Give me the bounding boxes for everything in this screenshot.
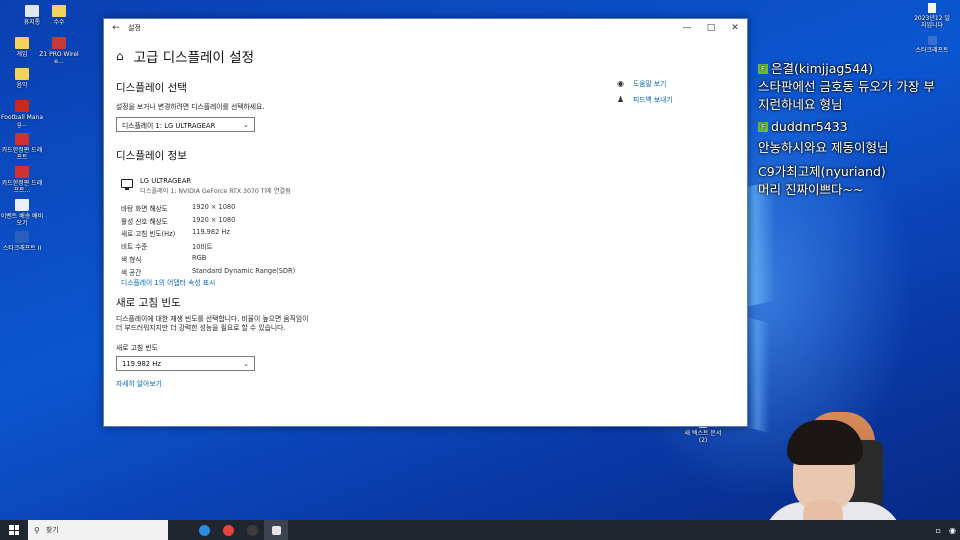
help-chat-icon: ◉ <box>617 78 624 88</box>
info-label: 새로 고침 빈도(Hz) <box>121 230 176 239</box>
refresh-rate-label: 새로 고침 빈도 <box>116 344 158 352</box>
desktop-icon[interactable]: 스타크래프트 II <box>0 231 44 252</box>
shortcut-icon <box>15 231 29 243</box>
taskbar-app-edge[interactable] <box>192 520 216 540</box>
feedback-icon: ♟ <box>617 94 625 104</box>
taskbar-app-settings[interactable] <box>264 520 288 540</box>
display-dropdown[interactable]: 디스플레이 1: LG ULTRAGEAR ⌄ <box>116 117 255 132</box>
info-label: 색 공간 <box>121 268 142 277</box>
info-label: 활성 신호 해상도 <box>121 217 168 226</box>
info-label: 비트 수준 <box>121 243 148 252</box>
desktop-app-icon[interactable]: 스타크래프트 <box>912 36 952 54</box>
chat-user: 은결(kimjjag544) <box>771 61 874 76</box>
shortcut-icon <box>52 5 66 17</box>
taskbar: ⚲ 찾기 ▫ ◉ <box>0 520 960 540</box>
taskbar-app-terminal[interactable] <box>240 520 264 540</box>
terminal-icon <box>246 524 258 536</box>
starcraft-icon <box>927 36 937 45</box>
shortcut-icon <box>52 37 66 49</box>
fan-badge-icon: F <box>758 122 768 132</box>
monitor-name: LG ULTRAGEAR <box>140 177 192 185</box>
info-value: 10비트 <box>192 243 213 252</box>
section-title-refresh: 새로 고침 빈도 <box>116 297 181 309</box>
chevron-down-icon: ⌄ <box>243 120 249 129</box>
home-icon[interactable]: ⌂ <box>116 49 124 63</box>
chat-text: 지런하네요 형님 <box>758 97 843 112</box>
chat-message: Fduddnr5433 <box>758 119 848 134</box>
system-tray: ▫ ◉ <box>936 520 956 540</box>
shortcut-icon <box>15 68 29 80</box>
minimize-icon[interactable]: — <box>675 23 699 33</box>
info-value: 1920 × 1080 <box>192 215 236 224</box>
chat-text: 머리 진짜이쁘다~~ <box>758 182 864 197</box>
refresh-rate-dropdown[interactable]: 119.982 Hz ⌄ <box>116 356 255 371</box>
desktop-file-icon[interactable]: 2023년12 일지입니다 <box>912 3 952 29</box>
title-bar: ← 설정 — □ ✕ <box>104 19 747 37</box>
chat-text: 스타판에선 금호동 듀오가 가장 부 <box>758 79 935 94</box>
streamer-hair <box>787 420 863 465</box>
chat-text: 안농하시와요 제동이형님 <box>758 140 889 155</box>
adapter-properties-link[interactable]: 디스플레이 1의 어댑터 속성 표시 <box>121 277 215 287</box>
chat-user: C9가최고제(nyuriand) <box>758 164 886 179</box>
feedback-link[interactable]: ♟ 피드백 보내기 <box>617 94 673 105</box>
shortcut-icon <box>15 199 29 211</box>
info-value: RGB <box>192 253 207 262</box>
desktop-icon[interactable]: 카드한정판 드래프트 <box>0 133 44 161</box>
window-title: 설정 <box>128 24 141 32</box>
monitor-adapter: 디스플레이 1: NVIDIA GeForce RTX 3070 Ti에 연결됨 <box>140 188 291 195</box>
chat-user: duddnr5433 <box>771 119 848 134</box>
notification-icon[interactable]: ▫ <box>936 526 941 535</box>
desktop-icon[interactable]: Z1 PRO Wirele... <box>37 37 81 65</box>
chat-message: F 은결(kimjjag544) <box>758 58 873 77</box>
settings-window: ← 설정 — □ ✕ ⌂ 고급 디스플레이 설정 디스플레이 선택 설정을 보거… <box>103 18 748 427</box>
search-icon: ⚲ <box>34 525 40 535</box>
chat-app-icon[interactable]: ◉ <box>949 526 956 535</box>
learn-more-link[interactable]: 자세히 알아보기 <box>116 378 162 388</box>
taskbar-search[interactable]: ⚲ 찾기 <box>28 520 168 540</box>
settings-icon <box>271 525 281 535</box>
info-value: 119.982 Hz <box>192 228 230 237</box>
chevron-down-icon: ⌄ <box>243 359 249 368</box>
shortcut-icon <box>15 133 29 145</box>
maximize-icon[interactable]: □ <box>699 23 723 33</box>
refresh-description-line2: 더 부드러워지지만 더 강력한 성능을 필요로 할 수 있습니다. <box>116 324 286 332</box>
info-label: 색 형식 <box>121 255 142 264</box>
section-title-select: 디스플레이 선택 <box>116 82 187 94</box>
file-icon <box>928 3 936 13</box>
desktop-icon[interactable]: 카드한정판 드래프트... <box>0 166 44 194</box>
page-header: ⌂ 고급 디스플레이 설정 <box>116 46 254 66</box>
chrome-icon <box>222 524 234 536</box>
back-arrow-icon[interactable]: ← <box>104 23 128 33</box>
info-value: 1920 × 1080 <box>192 203 236 211</box>
desktop-icon[interactable]: Football Manag... <box>0 100 44 128</box>
taskbar-app-chrome[interactable] <box>216 520 240 540</box>
shortcut-icon <box>15 166 29 178</box>
info-value: Standard Dynamic Range(SDR) <box>192 266 296 275</box>
start-button[interactable] <box>0 520 28 540</box>
help-link[interactable]: ◉ 도움말 보기 <box>617 78 666 89</box>
windows-logo-icon <box>9 525 19 535</box>
select-description: 설정을 보거나 변경하려면 디스플레이를 선택하세요. <box>116 103 265 111</box>
desktop-icon[interactable]: 이벤트 배송 배비오기 <box>0 199 44 227</box>
close-icon[interactable]: ✕ <box>723 23 747 33</box>
info-label: 바탕 화면 해상도 <box>121 205 168 213</box>
shortcut-icon <box>15 37 29 49</box>
desktop-icon[interactable]: 음악 <box>0 68 44 89</box>
fan-badge-icon: F <box>758 64 768 74</box>
page-title: 고급 디스플레이 설정 <box>133 50 254 66</box>
shortcut-icon <box>15 100 29 112</box>
section-title-info: 디스플레이 정보 <box>116 150 187 162</box>
desktop-icon[interactable]: 수수 <box>37 5 81 26</box>
monitor-icon <box>121 179 133 190</box>
edge-icon <box>198 524 210 536</box>
